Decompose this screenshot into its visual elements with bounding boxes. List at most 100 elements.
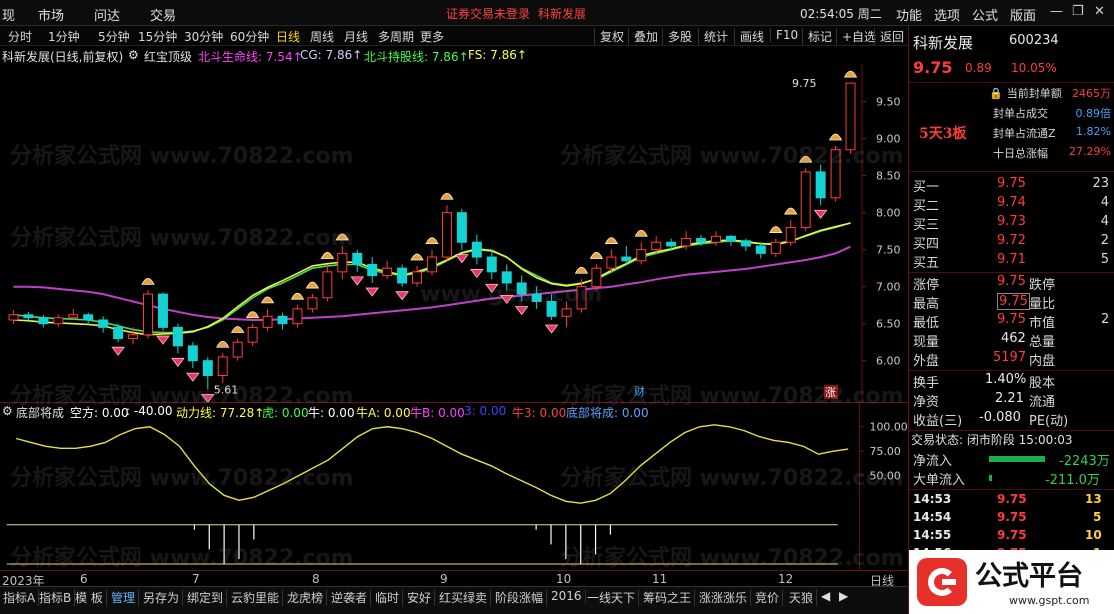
multi-stock-button[interactable]: 多股 (662, 28, 692, 45)
overlay-button[interactable]: 叠加 (628, 28, 658, 45)
tab-scroll-right-icon[interactable]: ▶ (836, 589, 851, 603)
tab-auction[interactable]: 竞价 (752, 589, 784, 606)
tab-nixi[interactable]: 逆袭者 (328, 589, 372, 606)
f10-button[interactable]: F10 (770, 28, 798, 42)
period-60min[interactable]: 60分钟 (230, 28, 269, 45)
y-tick-label: 8.00 (876, 207, 901, 220)
tab-indicator-b[interactable]: 指标B (36, 589, 76, 606)
orderbook-row[interactable]: 买一 9.75 23 (909, 176, 1114, 195)
tab-temp[interactable]: 临时 (372, 589, 404, 606)
flow-bar (989, 475, 992, 481)
orderbook-row[interactable]: 买三 9.73 4 (909, 214, 1114, 233)
candle-body (382, 267, 393, 277)
cai-badge[interactable]: 财 (634, 384, 645, 398)
close-icon[interactable]: ✕ (1094, 4, 1105, 19)
tab-yixiantian[interactable]: 一线天下 (584, 589, 640, 606)
period-weekly[interactable]: 周线 (310, 28, 334, 45)
stock-name: 科新发展 (913, 34, 974, 52)
settings-gear-icon[interactable]: ⚙ (128, 48, 139, 62)
bell-signal-icon (589, 252, 604, 259)
menu-item-view[interactable]: 现 (2, 5, 15, 24)
tab-chip-king[interactable]: 筹码之王 (640, 589, 696, 606)
add-watchlist-button[interactable]: +自选 (836, 28, 876, 45)
gem-signal-icon (395, 291, 409, 301)
tab-tianlang[interactable]: 天狼 (786, 589, 818, 606)
bell-signal-icon (216, 340, 230, 348)
x-axis: 2023年 6 7 8 9 10 11 12 日线 (0, 570, 908, 588)
menu-item-function[interactable]: 功能 (896, 5, 922, 24)
tab-save-as[interactable]: 另存为 (140, 589, 184, 606)
period-daily[interactable]: 日线 (276, 28, 300, 45)
tab-2016[interactable]: 2016 (548, 589, 586, 603)
seal-row: 十日总涨幅 27.29% (993, 145, 1111, 160)
orderbook-row[interactable]: 买五 9.71 5 (909, 252, 1114, 271)
back-button[interactable]: 返回 (874, 28, 904, 45)
gem-signal-icon (544, 324, 559, 334)
board-streak: 5天3板 (919, 126, 967, 142)
menu-item-wenda[interactable]: 问达 (94, 5, 120, 24)
price-change: 0.89 (965, 61, 992, 75)
period-30min[interactable]: 30分钟 (184, 28, 223, 45)
tab-stage-gain[interactable]: 阶段涨幅 (492, 589, 548, 606)
tab-manage[interactable]: 管理 (108, 589, 140, 606)
candle-body (337, 252, 348, 273)
menu-item-options[interactable]: 选项 (934, 5, 960, 24)
period-fenshi[interactable]: 分时 (8, 28, 32, 45)
candlestick-chart[interactable]: 6.00 6.50 7.00 7.50 8.00 8.50 9.00 9.50 9.75 5.… (0, 64, 908, 402)
period-monthly[interactable]: 月线 (344, 28, 368, 45)
menu-item-layout[interactable]: 版面 (1010, 5, 1036, 24)
tab-anhao[interactable]: 安好 (404, 589, 436, 606)
period-multi[interactable]: 多周期 (378, 28, 414, 45)
flow-row: 净流入 -2243万 (913, 454, 1110, 469)
tick-row[interactable]: 14:54 9.75 5 (909, 510, 1114, 527)
candle-body (576, 286, 587, 310)
tab-template[interactable]: 模 板 (72, 589, 107, 606)
draw-button[interactable]: 画线 (734, 28, 764, 45)
restore-rights-button[interactable]: 复权 (594, 28, 624, 45)
orderbook-row[interactable]: 买二 9.74 4 (909, 195, 1114, 214)
tab-red-buy[interactable]: 红买绿卖 (436, 589, 492, 606)
y-tick-label: 6.00 (876, 355, 901, 368)
stat-row: 外盘 5197 内盘 (913, 350, 1056, 369)
candle-body (486, 256, 497, 273)
tab-zhangzhang[interactable]: 涨涨涨乐 (696, 589, 752, 606)
power-line (15, 424, 849, 504)
menu-item-trade[interactable]: 交易 (150, 5, 176, 24)
tab-bind[interactable]: 绑定到 (184, 589, 228, 606)
indicator-chart[interactable]: 50.00 75.00 100.00 (0, 402, 908, 570)
high-price-label: 9.75 (792, 77, 817, 90)
candle-body (187, 345, 198, 362)
bell-signal-icon (305, 281, 320, 289)
clock: 02:54:05 周二 (800, 7, 882, 21)
tab-indicator-a[interactable]: 指标A (0, 589, 40, 606)
stat-row: 换手 1.40% 股本 (913, 372, 1056, 391)
stats-button[interactable]: 统计 (698, 28, 728, 45)
period-1min[interactable]: 1分钟 (48, 28, 80, 45)
tab-yunbao[interactable]: 云豹里能 (228, 589, 284, 606)
menu-item-market[interactable]: 市场 (38, 5, 64, 24)
minimize-icon[interactable]: — (1050, 4, 1063, 19)
legend-life-line: 北斗生命线: 7.54↑ (198, 50, 303, 64)
bell-signal-icon (335, 233, 349, 241)
zhang-badge[interactable]: 涨 (825, 386, 836, 399)
orderbook-row[interactable]: 买四 9.72 2 (909, 233, 1114, 252)
y-tick-label: 9.50 (876, 96, 901, 109)
period-more[interactable]: 更多 (420, 28, 444, 45)
tab-longhubang[interactable]: 龙虎榜 (284, 589, 328, 606)
tab-scroll-left-icon[interactable]: ◀ (818, 589, 833, 603)
x-label: 11 (652, 572, 668, 586)
candle-body (143, 293, 153, 336)
tick-row[interactable]: 14:55 9.75 10 (909, 528, 1114, 545)
tick-row[interactable]: 14:53 9.75 13 (909, 492, 1114, 509)
restore-icon[interactable]: ❐ (1072, 4, 1084, 19)
indicator-name[interactable]: 红宝顶级 (144, 48, 192, 65)
mark-button[interactable]: 标记 (802, 28, 832, 45)
menu-item-formula[interactable]: 公式 (972, 5, 998, 24)
login-status[interactable]: 证券交易未登录 (446, 5, 530, 22)
x-label: 10 (556, 572, 572, 586)
candle-body (277, 315, 288, 325)
period-15min[interactable]: 15分钟 (138, 28, 177, 45)
y-tick-label: 100.00 (870, 421, 908, 434)
divider (909, 272, 1114, 273)
period-5min[interactable]: 5分钟 (98, 28, 130, 45)
